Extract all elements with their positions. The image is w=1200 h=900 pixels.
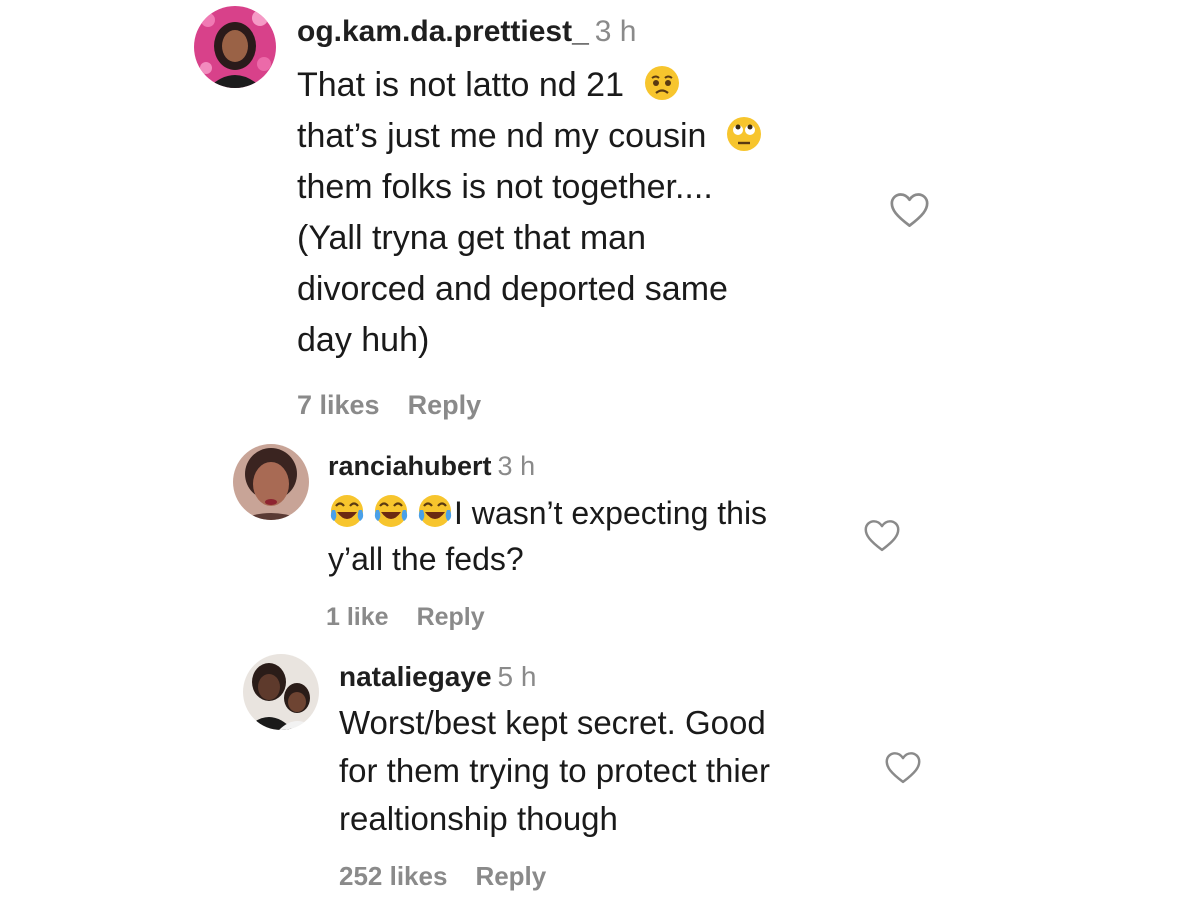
pleading-face-icon [643,64,681,102]
avatar-image [194,6,276,88]
like-heart-icon[interactable] [889,192,930,229]
comment-line: y’all the feds? [328,541,524,577]
like-heart-icon[interactable] [863,519,901,553]
likes-count[interactable]: 1 like [326,603,389,631]
comment-line: (Yall tryna get that man [297,219,646,257]
comment-header: nataliegaye 5 h [339,660,536,694]
comment-text: I wasn’t expecting this y’all the feds? [328,490,767,582]
comment-text: That is not latto nd 21 that’s just me n… [297,60,763,366]
comment-2: ranciahubert 3 h I wasn’t expecting this… [0,430,1200,645]
comment-header: og.kam.da.prettiest_ 3 h [297,12,636,52]
username[interactable]: ranciahubert [328,451,492,481]
reply-button[interactable]: Reply [408,390,482,420]
comment-meta: 1 like Reply [326,601,485,633]
like-heart-icon[interactable] [884,751,922,785]
reply-button[interactable]: Reply [475,861,546,891]
username[interactable]: nataliegaye [339,661,492,692]
comment-3: nataliegaye 5 h Worst/best kept secret. G… [0,645,1200,900]
timestamp[interactable]: 3 h [595,15,637,48]
avatar-image [233,444,309,520]
reply-button[interactable]: Reply [417,603,485,631]
likes-count[interactable]: 7 likes [297,390,380,420]
eye-roll-face-icon [725,115,763,153]
comment-line: that’s just me nd my cousin [297,117,707,155]
comment-line: I wasn’t expecting this [454,495,768,531]
avatar[interactable] [243,654,319,730]
avatar[interactable] [194,6,276,88]
comment-text: Worst/best kept secret. Good for them tr… [339,699,770,843]
timestamp[interactable]: 3 h [498,451,536,481]
timestamp[interactable]: 5 h [498,661,537,692]
comment-line: day huh) [297,321,430,359]
comment-line: Worst/best kept secret. Good [339,704,766,741]
likes-count[interactable]: 252 likes [339,861,447,891]
comment-line: That is not latto nd 21 [297,66,624,104]
comment-1: og.kam.da.prettiest_ 3 h That is not latt… [0,0,1200,430]
avatar-image [243,654,319,730]
tears-of-joy-face-icon [416,492,454,530]
tears-of-joy-face-icon [328,492,366,530]
comment-meta: 252 likes Reply [339,860,546,892]
comment-meta: 7 likes Reply [297,388,481,422]
avatar[interactable] [233,444,309,520]
comment-line: divorced and deported same [297,270,728,308]
tears-of-joy-face-icon [372,492,410,530]
comment-header: ranciahubert 3 h [328,449,535,483]
username[interactable]: og.kam.da.prettiest_ [297,15,589,48]
comment-line: realtionship though [339,800,618,837]
comment-line: them folks is not together.... [297,168,713,206]
comment-line: for them trying to protect thier [339,752,771,789]
